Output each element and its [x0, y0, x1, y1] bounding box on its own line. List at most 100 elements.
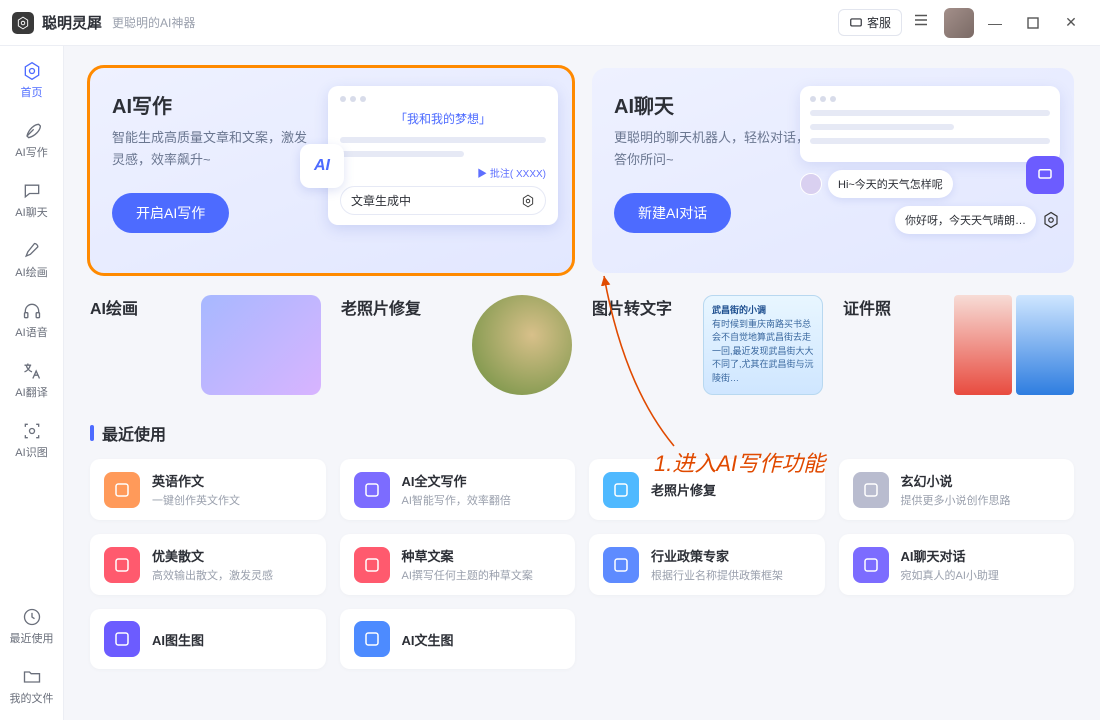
- window-close-button[interactable]: ✕: [1054, 8, 1088, 38]
- tile-ocr[interactable]: 图片转文字 武昌街的小调 有时候到重庆南路买书总会不自觉地算武昌街去走一回,最近…: [592, 295, 823, 395]
- tile-thumb: [472, 295, 572, 395]
- hero-chat-desc: 更聪明的聊天机器人，轻松对话，答你所问~: [614, 127, 814, 171]
- recent-card-title: AI全文写作: [402, 471, 511, 490]
- recent-card[interactable]: 英语作文一键创作英文作文: [90, 459, 326, 520]
- recent-card-icon: [853, 472, 889, 508]
- scan-icon: [21, 420, 43, 442]
- recent-card-title: 优美散文: [152, 546, 273, 565]
- sidebar-item-translate[interactable]: AI翻译: [15, 360, 47, 400]
- recent-card-desc: AI智能写作，效率翻倍: [402, 492, 511, 508]
- recent-grid: 英语作文一键创作英文作文 AI全文写作 AI智能写作，效率翻倍 老照片修复 玄幻小说提供…: [90, 459, 1074, 669]
- recent-card-icon: [104, 547, 140, 583]
- recent-card[interactable]: 老照片修复: [589, 459, 825, 520]
- feather-icon: [21, 120, 43, 142]
- sidebar-item-label: AI翻译: [15, 384, 47, 400]
- tile-title: AI绘画: [90, 295, 138, 319]
- sidebar-item-label: AI识图: [15, 444, 47, 460]
- recent-card-icon: [104, 621, 140, 657]
- recent-card-desc: AI撰写任何主题的种草文案: [402, 567, 533, 583]
- hero-card-chat[interactable]: AI聊天 更聪明的聊天机器人，轻松对话，答你所问~ 新建AI对话 Hi~今天的天…: [592, 68, 1074, 273]
- title-bar: 聪明灵犀 更聪明的AI神器 客服 — ✕: [0, 0, 1100, 46]
- folder-icon: [21, 666, 43, 688]
- chat-user-message: 你好呀，今天天气晴朗…: [800, 206, 1060, 234]
- write-preview-status: 文章生成中: [340, 186, 546, 215]
- recent-card[interactable]: 优美散文高效输出散文，激发灵感: [90, 534, 326, 595]
- recent-card-desc: 宛如真人的AI小助理: [901, 567, 999, 583]
- recent-card-icon: [853, 547, 889, 583]
- recent-section-header: 最近使用: [90, 421, 1074, 445]
- chat-widget-icon: [1026, 156, 1064, 194]
- sidebar-item-label: 最近使用: [10, 630, 54, 646]
- customer-service-label: 客服: [867, 14, 891, 31]
- tile-thumb: [201, 295, 321, 395]
- hex-logo-icon: [521, 194, 535, 208]
- sidebar-item-label: AI聊天: [15, 204, 47, 220]
- recent-card[interactable]: 行业政策专家根据行业名称提供政策框架: [589, 534, 825, 595]
- recent-card-title: AI聊天对话: [901, 546, 999, 565]
- main-content: AI写作 智能生成高质量文章和文案，激发灵感，效率飙升~ 开启AI写作 「我和我…: [64, 46, 1100, 720]
- recent-card-desc: 一键创作英文作文: [152, 492, 240, 508]
- sidebar: 首页 AI写作 AI聊天 AI绘画 AI语音 AI翻译 AI识图 最: [0, 46, 64, 720]
- tile-id-photo[interactable]: 证件照: [843, 295, 1074, 395]
- new-ai-chat-button[interactable]: 新建AI对话: [614, 193, 731, 233]
- recent-card-desc: 提供更多小说创作思路: [901, 492, 1011, 508]
- recent-card-title: AI图生图: [152, 630, 204, 649]
- recent-card[interactable]: AI聊天对话宛如真人的AI小助理: [839, 534, 1075, 595]
- hero-card-write[interactable]: AI写作 智能生成高质量文章和文案，激发灵感，效率飙升~ 开启AI写作 「我和我…: [90, 68, 572, 273]
- sidebar-item-paint[interactable]: AI绘画: [15, 240, 47, 280]
- chat-bot-message: Hi~今天的天气怎样呢: [800, 170, 1060, 198]
- recent-card-icon: [603, 547, 639, 583]
- sidebar-item-recent[interactable]: 最近使用: [10, 606, 54, 646]
- recent-card-title: 行业政策专家: [651, 546, 783, 565]
- chat-icon: [21, 180, 43, 202]
- sidebar-item-home[interactable]: 首页: [21, 60, 43, 100]
- tile-thumb: 武昌街的小调 有时候到重庆南路买书总会不自觉地算武昌街去走一回,最近发现武昌街大…: [703, 295, 823, 395]
- tile-title: 图片转文字: [592, 295, 672, 319]
- avatar[interactable]: [944, 8, 974, 38]
- recent-card-icon: [104, 472, 140, 508]
- sidebar-item-label: 我的文件: [10, 690, 54, 706]
- sidebar-item-label: 首页: [21, 84, 43, 100]
- sidebar-item-write[interactable]: AI写作: [15, 120, 47, 160]
- brush-icon: [21, 240, 43, 262]
- customer-service-button[interactable]: 客服: [838, 9, 902, 36]
- recent-card[interactable]: AI全文写作 AI智能写作，效率翻倍: [340, 459, 576, 520]
- recent-card-title: 玄幻小说: [901, 471, 1011, 490]
- recent-card-icon: [354, 472, 390, 508]
- recent-card-title: 英语作文: [152, 471, 240, 490]
- sidebar-item-label: AI写作: [15, 144, 47, 160]
- app-name: 聪明灵犀: [42, 12, 102, 33]
- home-icon: [21, 60, 43, 82]
- translate-icon: [21, 360, 43, 382]
- tile-thumb: [954, 295, 1074, 395]
- recent-card[interactable]: 种草文案 AI撰写任何主题的种草文案: [340, 534, 576, 595]
- recent-card[interactable]: AI文生图: [340, 609, 576, 669]
- window-maximize-button[interactable]: [1016, 8, 1050, 38]
- recent-card-icon: [354, 621, 390, 657]
- headphone-icon: [21, 300, 43, 322]
- recent-card-title: 老照片修复: [651, 480, 716, 499]
- tile-title: 老照片修复: [341, 295, 421, 319]
- tile-title: 证件照: [843, 295, 891, 319]
- tile-photo-restore[interactable]: 老照片修复: [341, 295, 572, 395]
- sidebar-item-voice[interactable]: AI语音: [15, 300, 47, 340]
- recent-card-desc: 根据行业名称提供政策框架: [651, 567, 783, 583]
- clock-icon: [21, 606, 43, 628]
- start-ai-write-button[interactable]: 开启AI写作: [112, 193, 229, 233]
- recent-card-icon: [354, 547, 390, 583]
- recent-card-title: 种草文案: [402, 546, 533, 565]
- tile-ai-paint[interactable]: AI绘画: [90, 295, 321, 395]
- app-subtitle: 更聪明的AI神器: [112, 14, 195, 31]
- hamburger-menu-button[interactable]: [912, 11, 930, 34]
- write-preview-note: ▶ 批注( XXXX): [340, 165, 546, 180]
- sidebar-item-vision[interactable]: AI识图: [15, 420, 47, 460]
- recent-card[interactable]: 玄幻小说提供更多小说创作思路: [839, 459, 1075, 520]
- recent-card[interactable]: AI图生图: [90, 609, 326, 669]
- ai-badge-icon: AI: [300, 144, 344, 188]
- sidebar-item-files[interactable]: 我的文件: [10, 666, 54, 706]
- sidebar-item-chat[interactable]: AI聊天: [15, 180, 47, 220]
- window-minimize-button[interactable]: —: [978, 8, 1012, 38]
- recent-card-icon: [603, 472, 639, 508]
- sidebar-item-label: AI绘画: [15, 264, 47, 280]
- app-logo-icon: [12, 12, 34, 34]
